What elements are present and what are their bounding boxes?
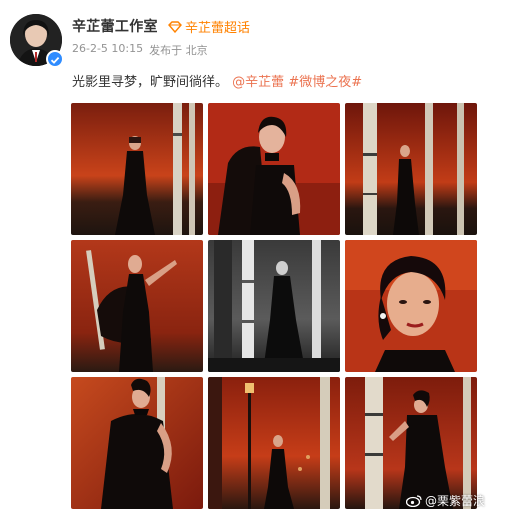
photo-9[interactable] xyxy=(345,377,477,509)
post-header: 辛芷蕾工作室 辛芷蕾超话 26-2-5 10:15 发布于 北京 xyxy=(0,0,505,70)
post-date[interactable]: 26-2-5 10:15 xyxy=(72,42,143,58)
photo-3[interactable] xyxy=(345,103,477,235)
author-avatar[interactable] xyxy=(10,14,64,68)
photo-5[interactable] xyxy=(208,240,340,372)
photo-8[interactable] xyxy=(208,377,340,509)
mention-link[interactable]: @辛芷蕾 xyxy=(232,75,284,90)
author-name[interactable]: 辛芷蕾工作室 xyxy=(72,16,158,36)
hashtag-link[interactable]: #微博之夜# xyxy=(288,75,362,90)
photo-1[interactable] xyxy=(71,103,203,235)
post-content: 光影里寻梦，旷野间徜徉。 @辛芷蕾 #微博之夜# xyxy=(72,71,362,90)
photo-2[interactable] xyxy=(208,103,340,235)
photo-4[interactable] xyxy=(71,240,203,372)
photo-7[interactable] xyxy=(71,377,203,509)
watermark: @栗紫蕾浪 xyxy=(405,492,485,509)
post-body: 光影里寻梦，旷野间徜徉。 xyxy=(72,75,229,90)
supertopic-link[interactable]: 辛芷蕾超话 xyxy=(168,17,250,36)
photo-6[interactable] xyxy=(345,240,477,372)
supertopic-label: 辛芷蕾超话 xyxy=(185,21,251,36)
post-meta: 26-2-5 10:15 发布于 北京 xyxy=(72,42,208,58)
diamond-icon xyxy=(168,20,182,33)
watermark-text: @栗紫蕾浪 xyxy=(424,494,485,508)
verified-badge-icon xyxy=(46,50,64,68)
post-location: 发布于 北京 xyxy=(149,44,208,57)
photo-grid xyxy=(71,103,477,509)
weibo-logo-icon xyxy=(405,495,422,507)
